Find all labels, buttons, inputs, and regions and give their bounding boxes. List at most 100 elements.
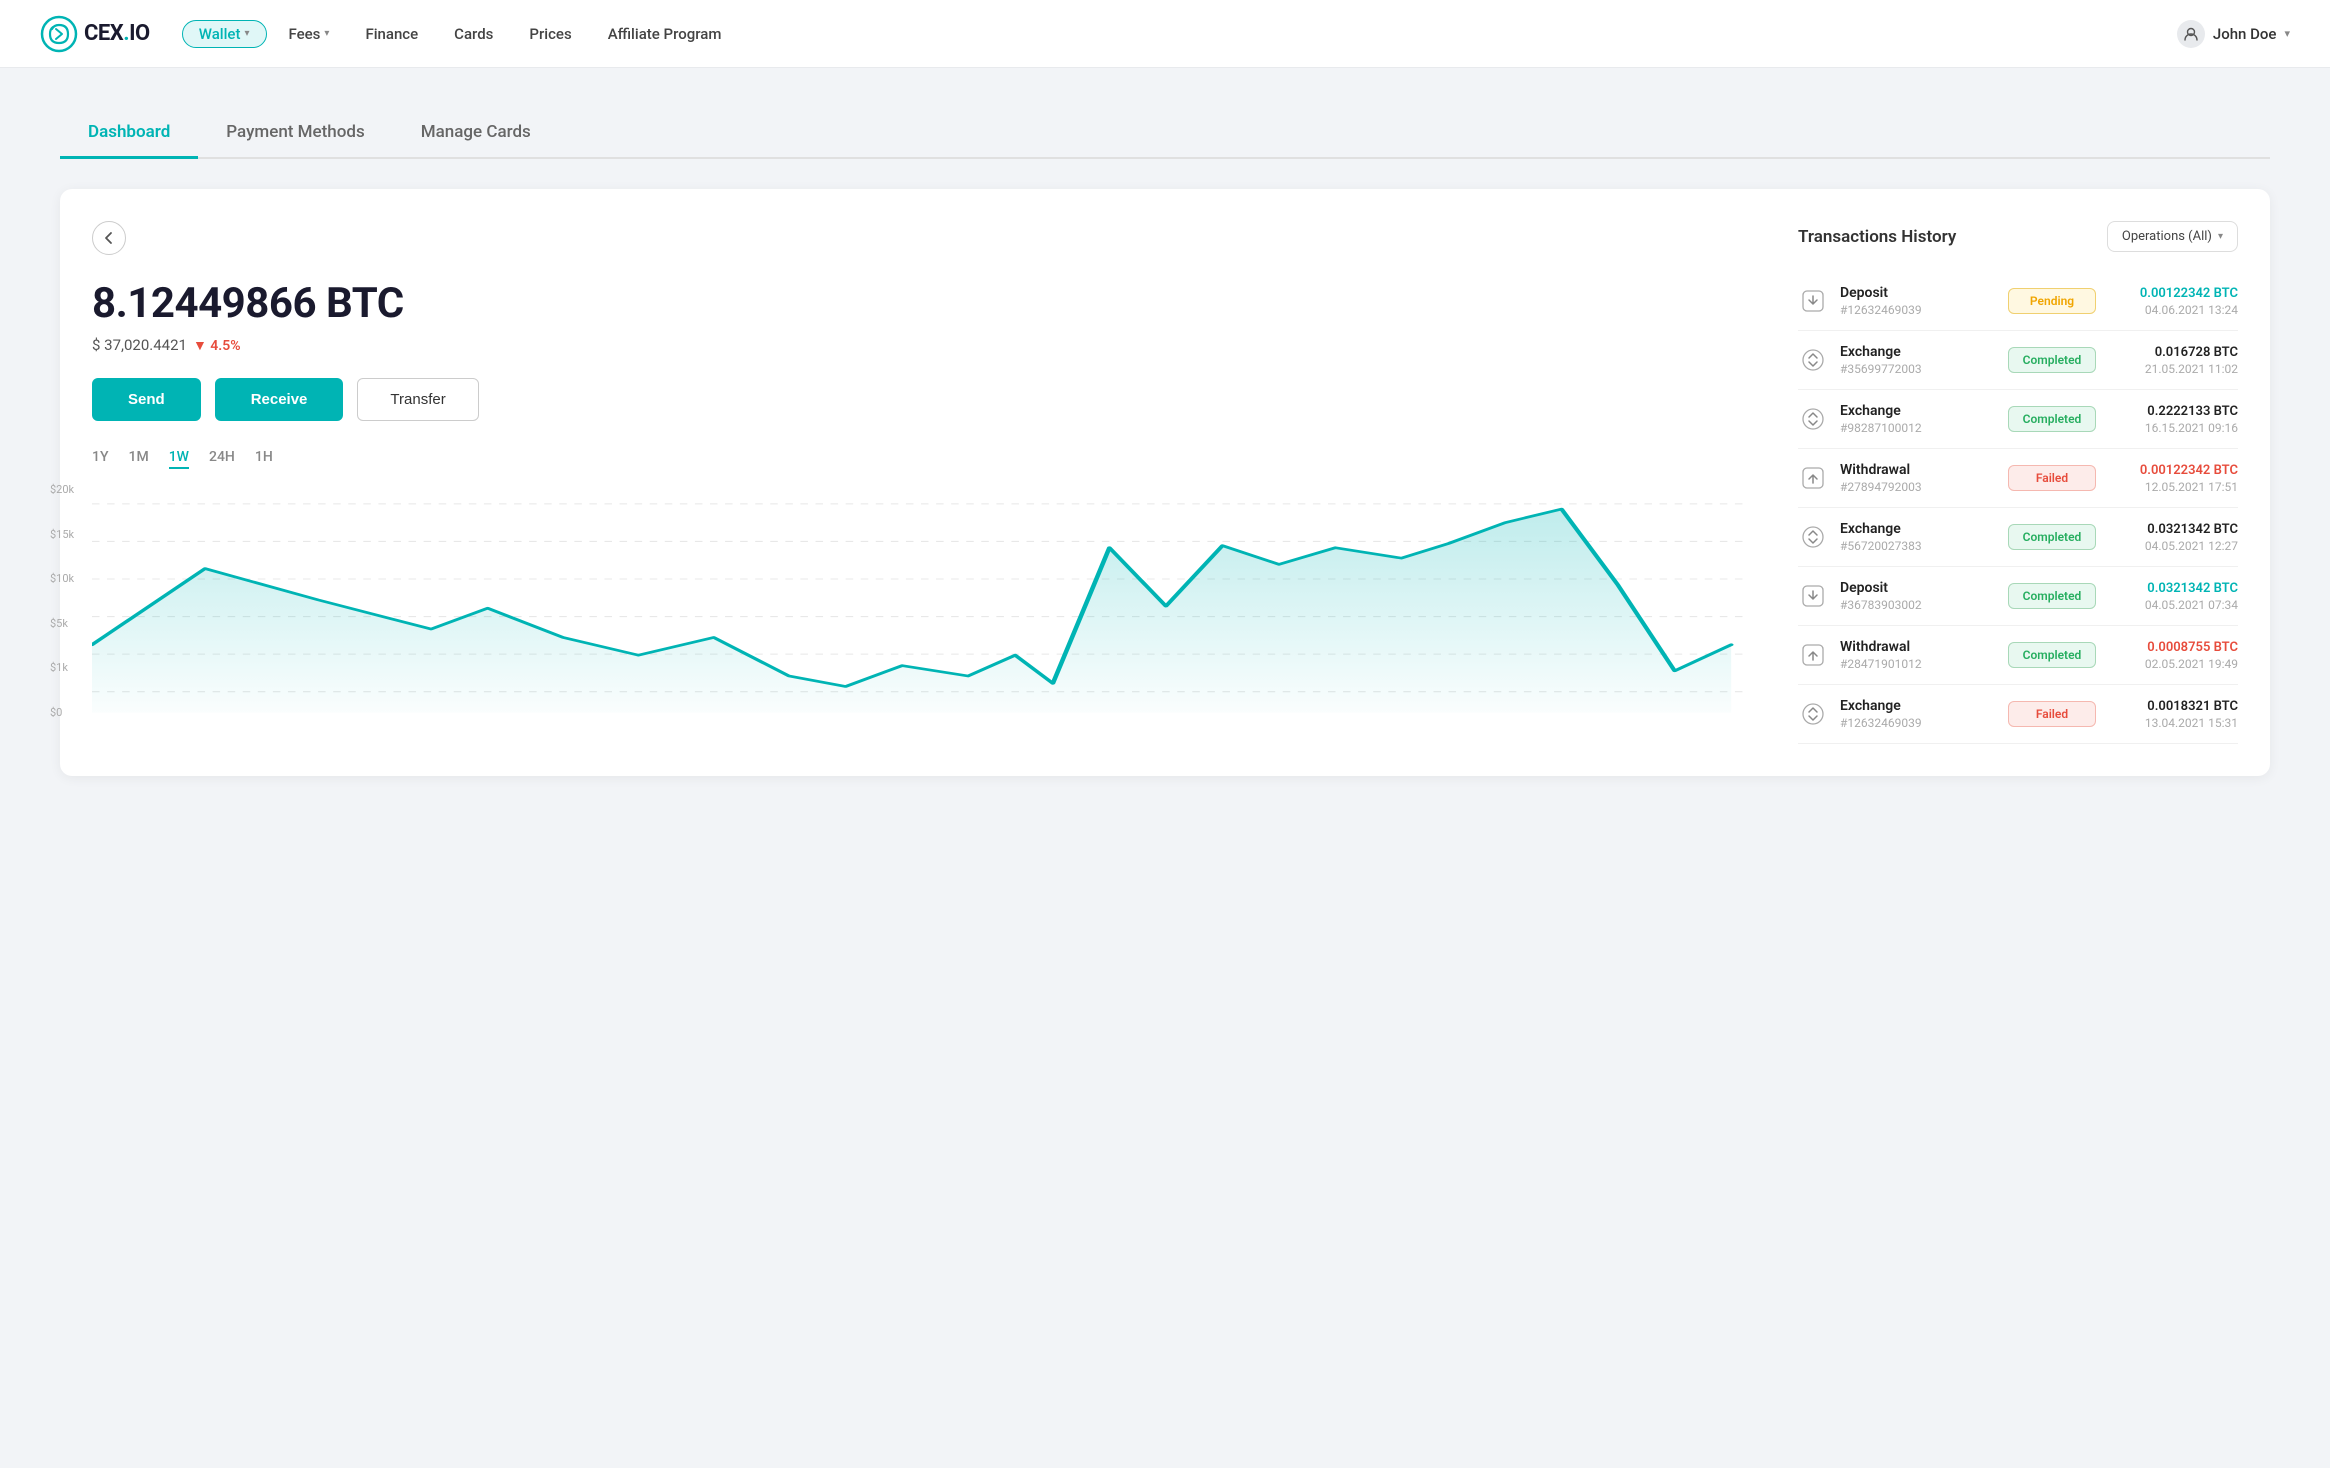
tx-info: Exchange #35699772003 (1840, 344, 1996, 376)
tx-type: Deposit (1840, 285, 1996, 301)
table-row: Exchange #35699772003 Completed 0.016728… (1798, 331, 2238, 390)
tab-payment-methods[interactable]: Payment Methods (198, 108, 392, 159)
tx-amount: 0.016728 BTC 21.05.2021 11:02 (2108, 345, 2238, 376)
tx-type: Deposit (1840, 580, 1996, 596)
tx-info: Withdrawal #28471901012 (1840, 639, 1996, 671)
table-row: Exchange #56720027383 Completed 0.032134… (1798, 508, 2238, 567)
nav-item-finance[interactable]: Finance (351, 19, 432, 49)
tx-btc-value: 0.0321342 BTC (2108, 522, 2238, 537)
tx-date: 12.05.2021 17:51 (2108, 480, 2238, 494)
tx-icon-withdrawal (1798, 463, 1828, 493)
nav-item-fees[interactable]: Fees ▾ (275, 19, 344, 49)
tx-btc-value: 0.0018321 BTC (2108, 699, 2238, 714)
status-badge: Failed (2008, 701, 2096, 727)
time-filter-1m[interactable]: 1M (129, 449, 149, 469)
tx-btc-value: 0.0008755 BTC (2108, 640, 2238, 655)
balance-crypto: 8.12449866 BTC (92, 279, 1750, 328)
tx-icon-exchange (1798, 522, 1828, 552)
table-row: Deposit #36783903002 Completed 0.0321342… (1798, 567, 2238, 626)
nav-label-cards: Cards (454, 25, 493, 43)
tx-id: #36783903002 (1840, 598, 1996, 612)
tx-icon-exchange (1798, 404, 1828, 434)
tx-type: Exchange (1840, 403, 1996, 419)
nav-item-prices[interactable]: Prices (515, 19, 585, 49)
nav-user[interactable]: John Doe ▾ (2177, 20, 2290, 48)
tx-btc-value: 0.016728 BTC (2108, 345, 2238, 360)
tx-btc-value: 0.00122342 BTC (2108, 463, 2238, 478)
time-filter-1w[interactable]: 1W (169, 449, 189, 469)
tab-dashboard[interactable]: Dashboard (60, 108, 198, 159)
nav-label-affiliate: Affiliate Program (608, 25, 722, 43)
tab-manage-cards-label: Manage Cards (421, 122, 531, 142)
receive-button[interactable]: Receive (215, 378, 344, 421)
tx-info: Deposit #36783903002 (1840, 580, 1996, 612)
tabs: Dashboard Payment Methods Manage Cards (60, 108, 2270, 159)
transactions-header: Transactions History Operations (All) ▾ (1798, 221, 2238, 252)
transfer-button[interactable]: Transfer (357, 378, 478, 421)
back-button[interactable] (92, 221, 126, 255)
time-filter-24h[interactable]: 24H (209, 449, 235, 469)
table-row: Withdrawal #27894792003 Failed 0.0012234… (1798, 449, 2238, 508)
tx-amount: 0.0008755 BTC 02.05.2021 19:49 (2108, 640, 2238, 671)
table-row: Withdrawal #28471901012 Completed 0.0008… (1798, 626, 2238, 685)
tx-amount: 0.00122342 BTC 12.05.2021 17:51 (2108, 463, 2238, 494)
balance-change: ▼ 4.5% (193, 337, 241, 354)
tx-icon-withdrawal (1798, 640, 1828, 670)
time-filters: 1Y 1M 1W 24H 1H (92, 449, 1750, 469)
tx-id: #35699772003 (1840, 362, 1996, 376)
time-filter-1h[interactable]: 1H (255, 449, 273, 469)
tx-btc-value: 0.0321342 BTC (2108, 581, 2238, 596)
y-label-10k: $10k (50, 572, 88, 585)
tx-icon-exchange (1798, 345, 1828, 375)
status-badge: Completed (2008, 406, 2096, 432)
status-badge: Pending (2008, 288, 2096, 314)
chevron-down-icon: ▾ (244, 28, 249, 39)
tx-date: 04.06.2021 13:24 (2108, 303, 2238, 317)
user-name: John Doe (2213, 25, 2277, 43)
tx-icon-deposit (1798, 286, 1828, 316)
page-content: Dashboard Payment Methods Manage Cards 8… (0, 68, 2330, 816)
tx-date: 13.04.2021 15:31 (2108, 716, 2238, 730)
tx-type: Exchange (1840, 698, 1996, 714)
y-label-15k: $15k (50, 528, 88, 541)
operations-dropdown[interactable]: Operations (All) ▾ (2107, 221, 2238, 252)
y-label-0: $0 (50, 706, 88, 719)
tab-dashboard-label: Dashboard (88, 122, 170, 142)
tx-amount: 0.00122342 BTC 04.06.2021 13:24 (2108, 286, 2238, 317)
tx-info: Exchange #98287100012 (1840, 403, 1996, 435)
tx-id: #56720027383 (1840, 539, 1996, 553)
tx-amount: 0.0018321 BTC 13.04.2021 15:31 (2108, 699, 2238, 730)
tx-date: 04.05.2021 07:34 (2108, 598, 2238, 612)
tx-amount: 0.0321342 BTC 04.05.2021 07:34 (2108, 581, 2238, 612)
nav-item-wallet[interactable]: Wallet ▾ (182, 20, 267, 48)
nav-items: Wallet ▾ Fees ▾ Finance Cards Prices Aff… (182, 19, 2177, 49)
table-row: Exchange #12632469039 Failed 0.0018321 B… (1798, 685, 2238, 744)
transactions-title: Transactions History (1798, 227, 1956, 247)
send-button[interactable]: Send (92, 378, 201, 421)
left-panel: 8.12449866 BTC $ 37,020.4421 ▼ 4.5% Send… (92, 221, 1750, 744)
balance-usd-value: $ 37,020.4421 (92, 336, 187, 354)
tx-info: Exchange #12632469039 (1840, 698, 1996, 730)
chart-y-labels: $20k $15k $10k $5k $1k $0 (50, 483, 88, 723)
time-filter-1y[interactable]: 1Y (92, 449, 109, 469)
tx-id: #98287100012 (1840, 421, 1996, 435)
tx-date: 02.05.2021 19:49 (2108, 657, 2238, 671)
status-badge: Completed (2008, 583, 2096, 609)
chevron-down-icon: ▾ (324, 28, 329, 39)
navbar: CEX.IO Wallet ▾ Fees ▾ Finance Cards Pri… (0, 0, 2330, 68)
nav-item-cards[interactable]: Cards (440, 19, 507, 49)
nav-item-affiliate[interactable]: Affiliate Program (594, 19, 736, 49)
tx-btc-value: 0.00122342 BTC (2108, 286, 2238, 301)
tx-info: Deposit #12632469039 (1840, 285, 1996, 317)
user-chevron-icon: ▾ (2284, 27, 2290, 40)
tab-manage-cards[interactable]: Manage Cards (393, 108, 559, 159)
tx-type: Withdrawal (1840, 462, 1996, 478)
logo[interactable]: CEX.IO (40, 15, 150, 53)
price-chart (92, 483, 1750, 723)
tx-info: Exchange #56720027383 (1840, 521, 1996, 553)
y-label-1k: $1k (50, 661, 88, 674)
nav-label-finance: Finance (365, 25, 418, 43)
tx-amount: 0.0321342 BTC 04.05.2021 12:27 (2108, 522, 2238, 553)
user-avatar-icon (2177, 20, 2205, 48)
operations-dropdown-label: Operations (All) (2122, 229, 2212, 244)
